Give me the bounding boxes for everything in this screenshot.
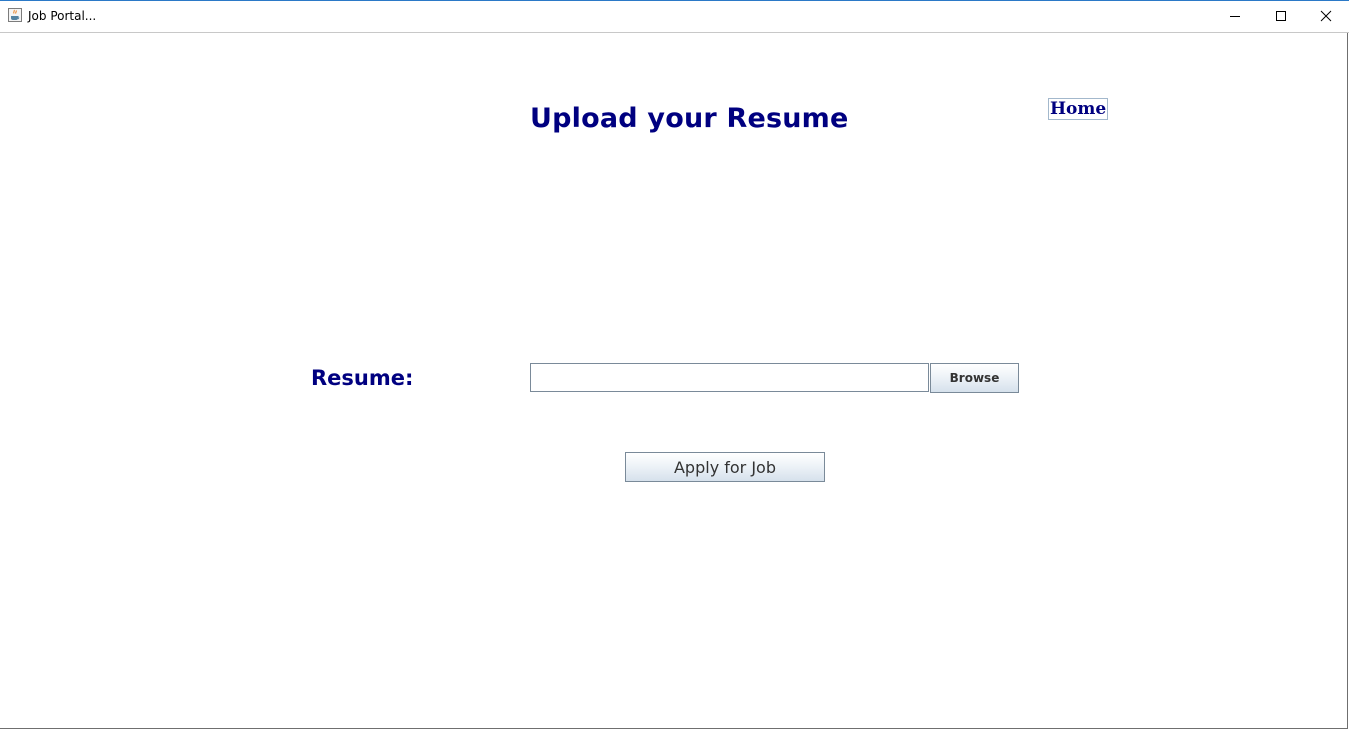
title-bar[interactable]: Job Portal... bbox=[0, 1, 1349, 33]
minimize-icon bbox=[1230, 16, 1240, 17]
content-panel: Upload your Resume Home Resume: Browse A… bbox=[0, 33, 1348, 729]
browse-button[interactable]: Browse bbox=[930, 363, 1019, 393]
minimize-button[interactable] bbox=[1212, 1, 1258, 31]
window-title: Job Portal... bbox=[28, 9, 97, 23]
resume-path-input[interactable] bbox=[530, 363, 929, 392]
page-title: Upload your Resume bbox=[530, 103, 849, 134]
java-cup-icon bbox=[8, 8, 22, 22]
maximize-button[interactable] bbox=[1258, 1, 1304, 31]
maximize-icon bbox=[1276, 11, 1286, 21]
close-button[interactable] bbox=[1303, 1, 1349, 31]
resume-label: Resume: bbox=[311, 366, 414, 390]
apply-for-job-button[interactable]: Apply for Job bbox=[625, 452, 825, 482]
close-icon bbox=[1320, 10, 1332, 22]
home-link[interactable]: Home bbox=[1048, 98, 1109, 120]
app-window: Job Portal... Upload your Resume Home Re… bbox=[0, 0, 1349, 729]
